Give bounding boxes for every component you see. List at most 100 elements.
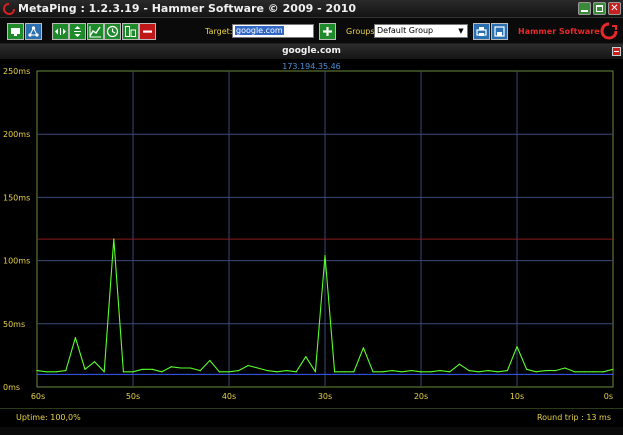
ping-point bbox=[324, 254, 326, 257]
ping-point bbox=[593, 371, 595, 373]
ping-point bbox=[401, 371, 403, 373]
tile-button[interactable] bbox=[122, 23, 139, 40]
target-input[interactable]: google.com bbox=[232, 24, 314, 38]
groups-select[interactable]: Default Group ▼ bbox=[374, 24, 468, 38]
ping-point bbox=[449, 371, 451, 373]
printer-icon bbox=[476, 27, 487, 36]
maximize-icon bbox=[596, 5, 603, 12]
expand-vertical-button[interactable] bbox=[69, 23, 86, 40]
graph-button[interactable] bbox=[87, 23, 104, 40]
ping-point bbox=[65, 369, 67, 372]
ping-point bbox=[94, 361, 96, 363]
y-tick-label: 150ms bbox=[3, 193, 30, 202]
ping-point bbox=[410, 369, 412, 372]
x-tick-label: 0s bbox=[604, 392, 613, 401]
y-tick-label: 0ms bbox=[3, 383, 20, 392]
ping-point bbox=[497, 371, 499, 373]
close-icon: ✕ bbox=[610, 3, 619, 14]
roundtrip-label: Round trip : 13 ms bbox=[536, 413, 611, 422]
ping-point bbox=[247, 364, 249, 367]
save-group-button[interactable] bbox=[491, 23, 508, 40]
title-bar: MetaPing : 1.2.3.19 - Hammer Software © … bbox=[0, 0, 623, 18]
status-strip bbox=[0, 427, 623, 435]
host-name: google.com bbox=[282, 46, 341, 56]
load-group-button[interactable] bbox=[473, 23, 490, 40]
ping-point bbox=[487, 369, 489, 372]
minimize-icon bbox=[581, 10, 588, 12]
ping-point bbox=[372, 371, 374, 373]
y-tick-label: 50ms bbox=[3, 320, 25, 329]
hammer-logo-icon bbox=[600, 22, 618, 40]
network-icon bbox=[28, 26, 39, 37]
ping-point bbox=[36, 369, 38, 372]
clock-icon bbox=[106, 25, 119, 38]
network-button[interactable] bbox=[25, 23, 42, 40]
ping-point bbox=[276, 371, 278, 373]
plus-icon bbox=[323, 27, 332, 36]
ping-point bbox=[439, 369, 441, 372]
add-target-button[interactable] bbox=[319, 23, 336, 40]
ping-point bbox=[554, 369, 557, 372]
host-header: google.com bbox=[0, 44, 623, 59]
ping-point bbox=[526, 368, 528, 370]
ping-point bbox=[132, 371, 134, 373]
ping-point bbox=[612, 368, 614, 370]
x-tick-label: 40s bbox=[222, 392, 236, 401]
x-tick-label: 60s bbox=[31, 392, 45, 401]
ping-point bbox=[84, 368, 86, 370]
ping-point bbox=[55, 371, 57, 373]
ping-point bbox=[391, 369, 393, 372]
groups-value: Default Group bbox=[377, 26, 434, 35]
ping-point bbox=[314, 371, 316, 373]
ping-point bbox=[113, 238, 115, 240]
ping-point bbox=[583, 371, 585, 373]
ping-point bbox=[382, 371, 384, 373]
ping-point bbox=[420, 371, 422, 373]
ping-point bbox=[506, 369, 508, 372]
app-logo-icon bbox=[3, 3, 15, 15]
ping-point bbox=[190, 367, 192, 369]
maximize-button[interactable] bbox=[593, 2, 606, 15]
groups-label: Groups bbox=[346, 27, 375, 36]
uptime-label: Uptime: 100,0% bbox=[16, 413, 81, 422]
close-button[interactable]: ✕ bbox=[608, 2, 621, 15]
tile-icon bbox=[125, 26, 136, 37]
ping-point bbox=[151, 368, 153, 370]
clock-button[interactable] bbox=[104, 23, 121, 40]
ping-point bbox=[535, 371, 537, 373]
target-value: google.com bbox=[235, 26, 284, 35]
x-tick-label: 10s bbox=[510, 392, 524, 401]
ping-point bbox=[142, 368, 144, 370]
ping-point bbox=[199, 369, 201, 372]
ping-point bbox=[180, 367, 182, 369]
ping-point bbox=[266, 369, 268, 372]
ping-point bbox=[209, 359, 211, 362]
ping-point bbox=[574, 371, 576, 373]
ping-point bbox=[122, 371, 124, 373]
monitor-icon bbox=[11, 28, 20, 36]
expand-horizontal-button[interactable] bbox=[52, 23, 69, 40]
disk-icon bbox=[494, 26, 505, 37]
host-ip: 173.194.35.46 bbox=[282, 62, 341, 71]
status-bar: Uptime: 100,0% Round trip : 13 ms bbox=[0, 408, 623, 435]
ping-point bbox=[334, 371, 336, 373]
ping-point bbox=[343, 371, 345, 373]
ping-point bbox=[305, 356, 307, 358]
ping-point bbox=[468, 369, 470, 372]
monitor-button[interactable] bbox=[7, 23, 24, 40]
minus-icon bbox=[614, 51, 619, 52]
ping-point bbox=[257, 367, 259, 369]
remove-host-button[interactable] bbox=[612, 47, 621, 56]
minimize-button[interactable] bbox=[578, 2, 591, 15]
ping-point bbox=[170, 366, 172, 368]
ping-chart: 0ms 50ms 100ms 150ms 200ms 250ms 60s 50s 40s 30s 2… bbox=[0, 59, 623, 407]
ping-point bbox=[545, 369, 547, 372]
ping-point bbox=[161, 371, 163, 373]
y-tick-label: 100ms bbox=[3, 257, 30, 266]
arrows-horizontal-icon bbox=[55, 28, 66, 35]
arrows-vertical-icon bbox=[74, 26, 81, 37]
ping-point bbox=[46, 371, 48, 373]
stop-button[interactable] bbox=[139, 23, 156, 40]
ping-point bbox=[295, 371, 297, 373]
window-title: MetaPing : 1.2.3.19 - Hammer Software © … bbox=[18, 2, 357, 15]
